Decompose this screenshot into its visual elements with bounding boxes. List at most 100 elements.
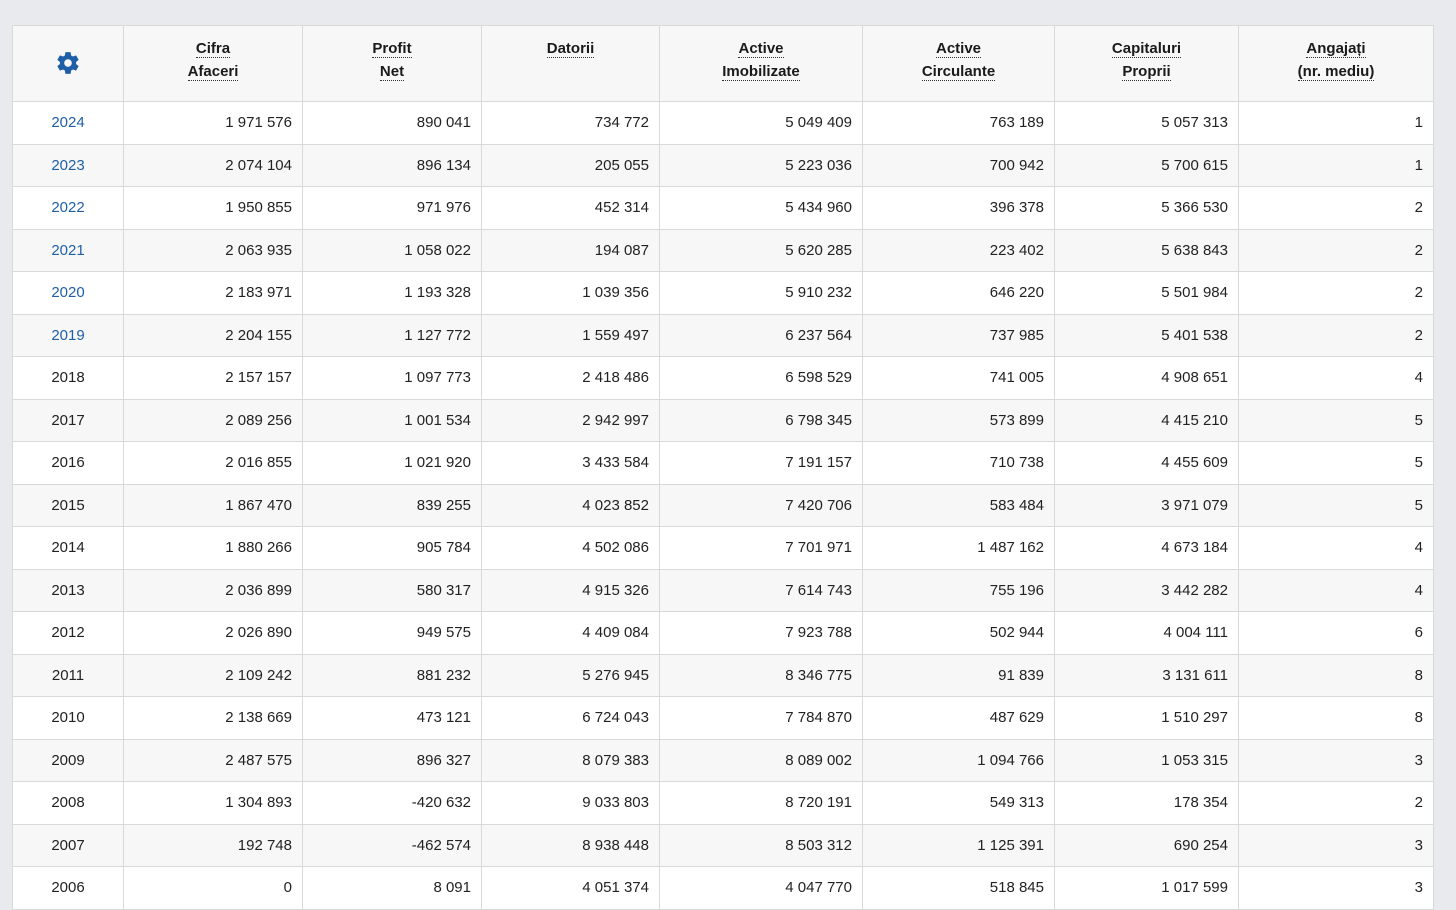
year-cell: 2011 [12, 653, 124, 697]
table-cell: 7 191 157 [659, 441, 863, 485]
table-body: 2024 1 971 576 890 041 734 772 5 049 409 763 … [12, 101, 1434, 910]
financial-table: Cifra Afaceri Profit Net Datorii Active Imo… [12, 25, 1434, 910]
table-row: 2020 2 183 971 1 193 328 1 039 356 5 910 232… [12, 271, 1434, 315]
table-cell: 741 005 [862, 356, 1055, 400]
column-header-profit-net[interactable]: Profit Net [302, 25, 482, 102]
table-cell: 6 798 345 [659, 398, 863, 442]
gear-icon[interactable] [14, 50, 122, 76]
table-row: 2012 2 026 890 949 575 4 409 084 7 923 788 50… [12, 611, 1434, 655]
table-cell: 5 223 036 [659, 143, 863, 187]
table-cell: 2 063 935 [123, 228, 303, 272]
table-cell: 2 109 242 [123, 653, 303, 697]
table-cell: 2 026 890 [123, 611, 303, 655]
table-cell: 7 420 706 [659, 483, 863, 527]
year-cell: 2016 [12, 441, 124, 485]
column-header-active-imobilizate[interactable]: Active Imobilizate [659, 25, 863, 102]
table-cell: 5 057 313 [1054, 101, 1239, 145]
table-cell: 2 [1238, 186, 1434, 230]
table-cell: 580 317 [302, 568, 482, 612]
column-header-datorii[interactable]: Datorii [481, 25, 660, 102]
settings-header-cell[interactable] [12, 25, 124, 102]
year-link[interactable]: 2019 [12, 313, 124, 357]
table-row: 2009 2 487 575 896 327 8 079 383 8 089 002 1 … [12, 738, 1434, 782]
table-cell: 2 183 971 [123, 271, 303, 315]
table-cell: 223 402 [862, 228, 1055, 272]
table-cell: 8 346 775 [659, 653, 863, 697]
table-cell: 205 055 [481, 143, 660, 187]
table-cell: 549 313 [862, 781, 1055, 825]
year-cell: 2007 [12, 823, 124, 867]
table-cell: 3 [1238, 866, 1434, 910]
table-cell: 1 304 893 [123, 781, 303, 825]
table-row: 2011 2 109 242 881 232 5 276 945 8 346 775 91… [12, 653, 1434, 697]
table-row: 2017 2 089 256 1 001 534 2 942 997 6 798 345… [12, 398, 1434, 442]
table-cell: 890 041 [302, 101, 482, 145]
table-cell: 4 004 111 [1054, 611, 1239, 655]
table-cell: 5 [1238, 483, 1434, 527]
table-cell: 1 [1238, 101, 1434, 145]
table-cell: 3 971 079 [1054, 483, 1239, 527]
table-cell: 5 638 843 [1054, 228, 1239, 272]
table-cell: 896 327 [302, 738, 482, 782]
table-cell: 178 354 [1054, 781, 1239, 825]
table-cell: 3 442 282 [1054, 568, 1239, 612]
table-row: 2008 1 304 893 -420 632 9 033 803 8 720 191 5… [12, 781, 1434, 825]
table-cell: 4 047 770 [659, 866, 863, 910]
table-cell: 5 276 945 [481, 653, 660, 697]
table-cell: 583 484 [862, 483, 1055, 527]
table-cell: 8 720 191 [659, 781, 863, 825]
table-cell: 710 738 [862, 441, 1055, 485]
table-cell: 4 502 086 [481, 526, 660, 570]
table-header-row: Cifra Afaceri Profit Net Datorii Active Imo… [12, 25, 1434, 102]
year-link[interactable]: 2020 [12, 271, 124, 315]
table-cell: 3 [1238, 823, 1434, 867]
table-row: 2023 2 074 104 896 134 205 055 5 223 036 700 … [12, 143, 1434, 187]
table-cell: 573 899 [862, 398, 1055, 442]
table-cell: 194 087 [481, 228, 660, 272]
year-link[interactable]: 2023 [12, 143, 124, 187]
financial-table-container: Cifra Afaceri Profit Net Datorii Active Imo… [12, 25, 1434, 910]
year-link[interactable]: 2022 [12, 186, 124, 230]
year-cell: 2010 [12, 696, 124, 740]
column-header-capitaluri-proprii[interactable]: Capitaluri Proprii [1054, 25, 1239, 102]
table-cell: 2 [1238, 271, 1434, 315]
table-row: 2013 2 036 899 580 317 4 915 326 7 614 743 75… [12, 568, 1434, 612]
table-cell: 971 976 [302, 186, 482, 230]
table-cell: 4 915 326 [481, 568, 660, 612]
table-cell: 1 053 315 [1054, 738, 1239, 782]
table-cell: 452 314 [481, 186, 660, 230]
table-cell: 949 575 [302, 611, 482, 655]
table-cell: 4 409 084 [481, 611, 660, 655]
year-link[interactable]: 2021 [12, 228, 124, 272]
table-cell: 7 784 870 [659, 696, 863, 740]
table-cell: 2 138 669 [123, 696, 303, 740]
table-cell: 5 [1238, 398, 1434, 442]
table-cell: 2 487 575 [123, 738, 303, 782]
column-header-angajati[interactable]: Angajați (nr. mediu) [1238, 25, 1434, 102]
table-row: 2019 2 204 155 1 127 772 1 559 497 6 237 564… [12, 313, 1434, 357]
table-cell: 2 074 104 [123, 143, 303, 187]
table-row: 2024 1 971 576 890 041 734 772 5 049 409 763 … [12, 101, 1434, 145]
table-cell: 2 016 855 [123, 441, 303, 485]
table-cell: 4 [1238, 568, 1434, 612]
table-cell: 5 434 960 [659, 186, 863, 230]
column-header-cifra-afaceri[interactable]: Cifra Afaceri [123, 25, 303, 102]
year-cell: 2009 [12, 738, 124, 782]
year-cell: 2008 [12, 781, 124, 825]
table-cell: 1 125 391 [862, 823, 1055, 867]
table-row: 2010 2 138 669 473 121 6 724 043 7 784 870 48… [12, 696, 1434, 740]
table-cell: 8 [1238, 653, 1434, 697]
year-cell: 2017 [12, 398, 124, 442]
table-row: 2014 1 880 266 905 784 4 502 086 7 701 971 1 … [12, 526, 1434, 570]
column-header-active-circulante[interactable]: Active Circulante [862, 25, 1055, 102]
table-cell: 473 121 [302, 696, 482, 740]
table-cell: 2 089 256 [123, 398, 303, 442]
table-cell: 763 189 [862, 101, 1055, 145]
table-cell: 1 [1238, 143, 1434, 187]
year-link[interactable]: 2024 [12, 101, 124, 145]
table-cell: 5 700 615 [1054, 143, 1239, 187]
table-row: 2015 1 867 470 839 255 4 023 852 7 420 706 58… [12, 483, 1434, 527]
table-cell: 2 [1238, 313, 1434, 357]
table-cell: 0 [123, 866, 303, 910]
table-cell: 4 455 609 [1054, 441, 1239, 485]
